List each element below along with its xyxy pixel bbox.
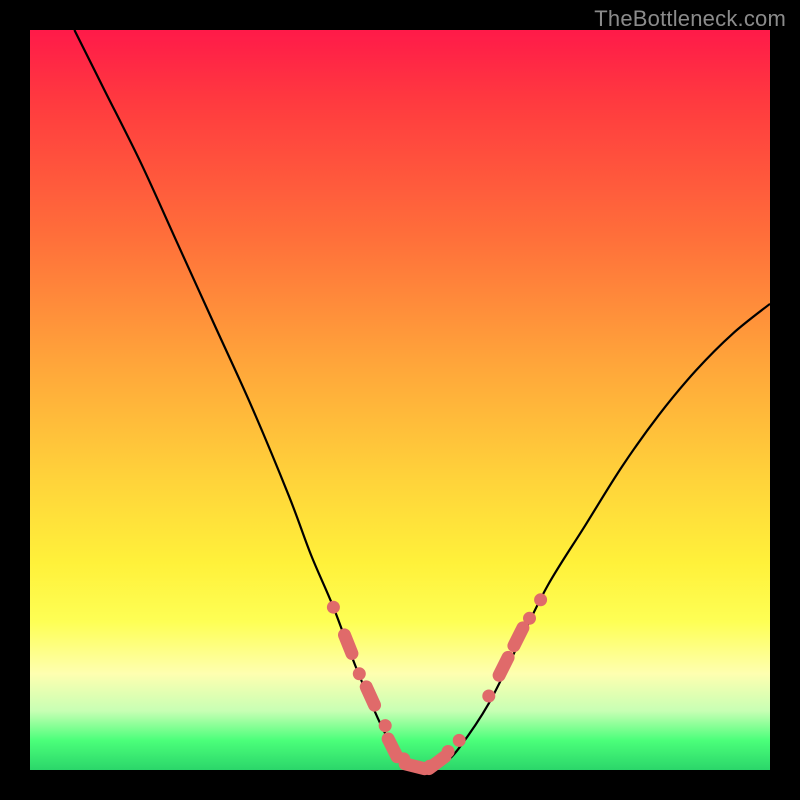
watermark-text: TheBottleneck.com xyxy=(594,6,786,32)
marker-dot xyxy=(482,690,495,703)
marker-dot xyxy=(353,667,366,680)
marker-dot xyxy=(453,734,466,747)
marker-dot xyxy=(442,745,455,758)
marker-dot xyxy=(534,593,547,606)
marker-group xyxy=(327,593,547,773)
marker-dot xyxy=(523,612,536,625)
marker-segment xyxy=(405,764,424,769)
curve-svg xyxy=(30,30,770,770)
bottleneck-curve xyxy=(74,30,770,771)
marker-dot xyxy=(327,601,340,614)
marker-segment xyxy=(514,628,523,646)
marker-segment xyxy=(429,757,445,769)
marker-segment xyxy=(388,739,397,757)
plot-area xyxy=(30,30,770,770)
marker-segment xyxy=(344,635,351,654)
curve-path xyxy=(74,30,770,771)
marker-segment xyxy=(499,657,508,675)
chart-frame: TheBottleneck.com xyxy=(0,0,800,800)
marker-dot xyxy=(379,719,392,732)
marker-segment xyxy=(366,687,374,705)
